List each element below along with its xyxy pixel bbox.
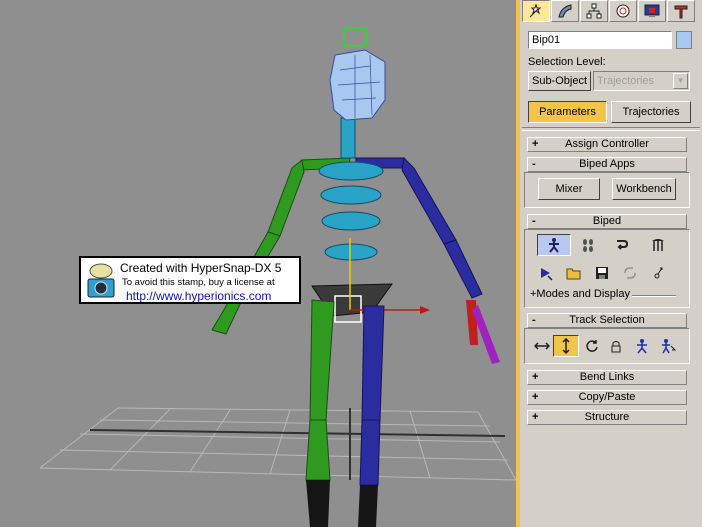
modify-tab[interactable]: [551, 0, 579, 22]
rollout-label: Assign Controller: [565, 138, 649, 150]
expand-icon: +: [532, 371, 539, 383]
hierarchy-tab[interactable]: [580, 0, 608, 22]
rollout-biped-apps[interactable]: - Biped Apps: [527, 157, 687, 172]
figure-mode-icon: [549, 238, 559, 253]
rollout-assign-controller[interactable]: + Assign Controller: [527, 137, 687, 152]
expand-icon: +: [532, 138, 539, 150]
ground-grid: [39, 407, 516, 481]
body-rotation-button[interactable]: [579, 335, 605, 357]
opposite-icon: [662, 339, 676, 354]
expand-icon: +: [532, 411, 539, 423]
rollout-copy-paste[interactable]: + Copy/Paste: [527, 390, 687, 405]
right-arm: [355, 156, 483, 299]
body-rotation-icon: [586, 340, 598, 352]
hypersnap-stamp: Created with HyperSnap-DX 5 To avoid thi…: [79, 256, 301, 304]
lock-com-button[interactable]: [603, 335, 629, 357]
save-file-icon: [596, 267, 608, 279]
body-horizontal-icon: [534, 342, 550, 350]
object-color-swatch[interactable]: [676, 31, 692, 49]
symmetrical-icon: [637, 339, 647, 354]
left-leg: [305, 299, 335, 481]
sub-object-select: Trajectories ▼: [593, 71, 690, 91]
footstep-mode-button[interactable]: [575, 234, 601, 256]
utilities-icon: [674, 5, 688, 19]
rollout-structure[interactable]: + Structure: [527, 410, 687, 425]
open-folder-button[interactable]: [561, 262, 587, 284]
rollout-bend-links[interactable]: + Bend Links: [527, 370, 687, 385]
modes-divider: [632, 295, 676, 297]
collapse-icon: -: [532, 158, 536, 170]
convert-button[interactable]: [617, 262, 643, 284]
body-vertical-icon: [562, 338, 570, 354]
sub-object-select-value: Trajectories: [597, 75, 655, 87]
right-leg: [359, 305, 385, 486]
motion-icon: [616, 4, 630, 18]
spine: [318, 117, 384, 261]
collapse-icon: -: [532, 215, 536, 227]
symmetrical-button[interactable]: [629, 335, 655, 357]
convert-icon: [624, 267, 636, 279]
create-tab[interactable]: [522, 0, 550, 22]
modes-and-display-rollout[interactable]: +Modes and Display: [530, 288, 630, 301]
rollout-label: Track Selection: [569, 314, 645, 326]
stamp-link[interactable]: http://www.hyperionics.com: [126, 289, 271, 303]
tab-parameters[interactable]: Parameters: [528, 101, 607, 123]
open-folder-icon: [566, 268, 581, 280]
display-tab[interactable]: [638, 0, 666, 22]
motion-flow-icon: [617, 240, 629, 250]
command-panel: Bip01 Selection Level: Sub-Object Trajec…: [520, 0, 702, 527]
collapse-icon: -: [532, 314, 536, 326]
hierarchy-icon: [586, 3, 602, 19]
chevron-down-icon: ▼: [673, 73, 688, 89]
load-file-button[interactable]: [533, 262, 559, 284]
track-selection-group: [524, 328, 690, 364]
command-panel-tabs: [522, 0, 700, 24]
head: [329, 27, 386, 121]
rollout-label: Bend Links: [579, 371, 635, 383]
body-horizontal-button[interactable]: [529, 335, 555, 357]
footstep-mode-icon: [583, 239, 593, 252]
create-icon: [529, 3, 542, 18]
camera-icon: [87, 263, 115, 298]
motion-tab[interactable]: [609, 0, 637, 22]
mixer-mode-button[interactable]: [645, 234, 671, 256]
rollout-label: Structure: [584, 411, 630, 423]
rollout-label: Biped: [592, 215, 622, 227]
rollout-label: Copy/Paste: [578, 391, 636, 403]
mixer-button[interactable]: Mixer: [538, 178, 600, 200]
rollout-track-selection[interactable]: - Track Selection: [527, 313, 687, 328]
selection-level-label: Selection Level:: [528, 56, 606, 68]
stamp-line-1: Created with HyperSnap-DX 5: [120, 261, 282, 275]
display-icon: [644, 4, 660, 17]
separator: [522, 127, 700, 131]
rollout-label: Biped Apps: [579, 158, 635, 170]
workbench-button[interactable]: Workbench: [612, 178, 676, 200]
biped-apps-group: Mixer Workbench: [524, 172, 690, 208]
tab-trajectories[interactable]: Trajectories: [611, 101, 691, 123]
opposite-button[interactable]: [655, 335, 681, 357]
stamp-line-2: To avoid this stamp, buy a license at: [122, 277, 275, 288]
modify-icon: [558, 4, 572, 18]
save-file-button[interactable]: [589, 262, 615, 284]
body-vertical-button[interactable]: [553, 335, 579, 357]
utilities-tab[interactable]: [667, 0, 695, 22]
sub-object-button[interactable]: Sub-Object: [528, 71, 591, 91]
lock-com-icon: [611, 341, 621, 353]
rollout-biped[interactable]: - Biped: [527, 214, 687, 229]
object-name-field[interactable]: Bip01: [528, 31, 672, 49]
move-all-mode-button[interactable]: [645, 262, 671, 284]
mixer-mode-icon: [652, 239, 664, 251]
figure-mode-button[interactable]: [537, 234, 571, 256]
load-file-icon: [541, 268, 553, 281]
move-all-icon: [654, 267, 663, 279]
motion-flow-button[interactable]: [609, 234, 635, 256]
expand-icon: +: [532, 391, 539, 403]
